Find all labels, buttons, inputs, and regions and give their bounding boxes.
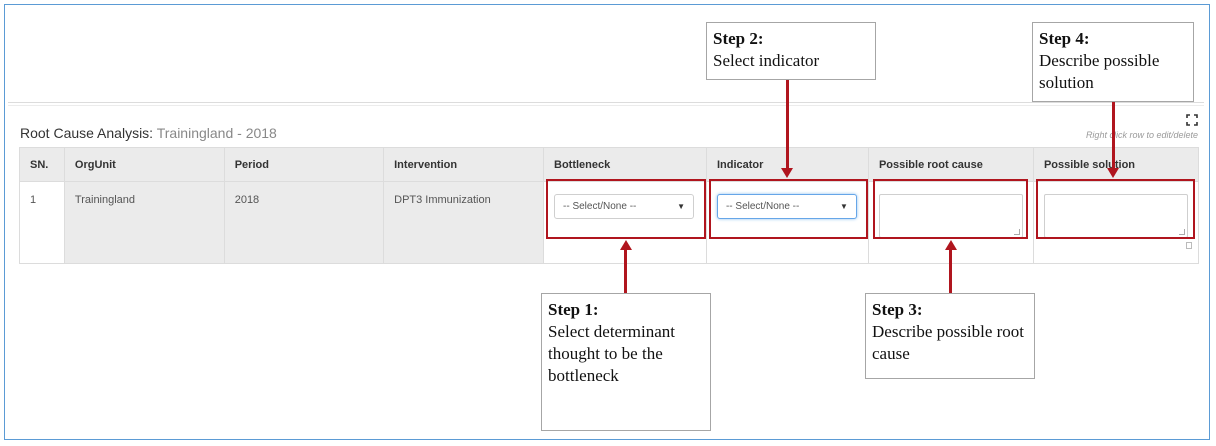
arrow-step2-head xyxy=(781,168,793,178)
highlight-root-cause xyxy=(873,179,1028,239)
cell-period: 2018 xyxy=(223,181,385,264)
arrow-step3-line xyxy=(949,249,952,293)
arrow-step4-head xyxy=(1107,168,1119,178)
callout-step3-title: Step 3: xyxy=(872,300,923,319)
header-orgunit: OrgUnit xyxy=(63,147,225,182)
panel-title-label: Root Cause Analysis: xyxy=(20,125,154,141)
cell-intervention: DPT3 Immunization xyxy=(383,181,544,264)
callout-step3: Step 3: Describe possible root cause xyxy=(865,293,1035,379)
panel-title: Root Cause Analysis: Trainingland - 2018 xyxy=(20,125,277,141)
context-hint: Right click row to edit/delete xyxy=(1085,130,1198,140)
highlight-indicator xyxy=(709,179,868,239)
cell-orgunit: Trainingland xyxy=(63,181,225,264)
callout-step2-title: Step 2: xyxy=(713,29,764,48)
callout-step1: Step 1: Select determinant thought to be… xyxy=(541,293,711,431)
callout-step3-desc: Describe possible root cause xyxy=(872,322,1025,363)
header-period: Period xyxy=(223,147,385,182)
callout-step4: Step 4: Describe possible solution xyxy=(1032,22,1194,102)
cell-sn: 1 xyxy=(19,181,65,264)
arrow-step1-line xyxy=(624,249,627,293)
callout-step2: Step 2: Select indicator xyxy=(706,22,876,80)
header-root-cause: Possible root cause xyxy=(867,147,1034,182)
highlight-bottleneck xyxy=(546,179,706,239)
callout-step1-desc: Select determinant thought to be the bot… xyxy=(548,322,675,385)
header-sn: SN. xyxy=(19,147,65,182)
highlight-solution xyxy=(1036,179,1195,239)
header-intervention: Intervention xyxy=(383,147,544,182)
header-bottleneck: Bottleneck xyxy=(543,147,707,182)
expand-icon[interactable] xyxy=(1186,114,1198,126)
arrow-step2-line xyxy=(786,80,789,170)
delete-icon[interactable] xyxy=(1186,242,1192,249)
table-header-row: SN. OrgUnit Period Intervention Bottlene… xyxy=(19,147,1200,182)
arrow-step4-line xyxy=(1112,100,1115,170)
panel-divider-secondary xyxy=(8,105,1204,106)
callout-step4-desc: Describe possible solution xyxy=(1039,51,1160,92)
callout-step2-desc: Select indicator xyxy=(713,51,820,70)
callout-step1-title: Step 1: xyxy=(548,300,599,319)
callout-step4-title: Step 4: xyxy=(1039,29,1090,48)
panel-divider xyxy=(8,102,1204,103)
panel-title-subtitle: Trainingland - 2018 xyxy=(156,125,277,141)
